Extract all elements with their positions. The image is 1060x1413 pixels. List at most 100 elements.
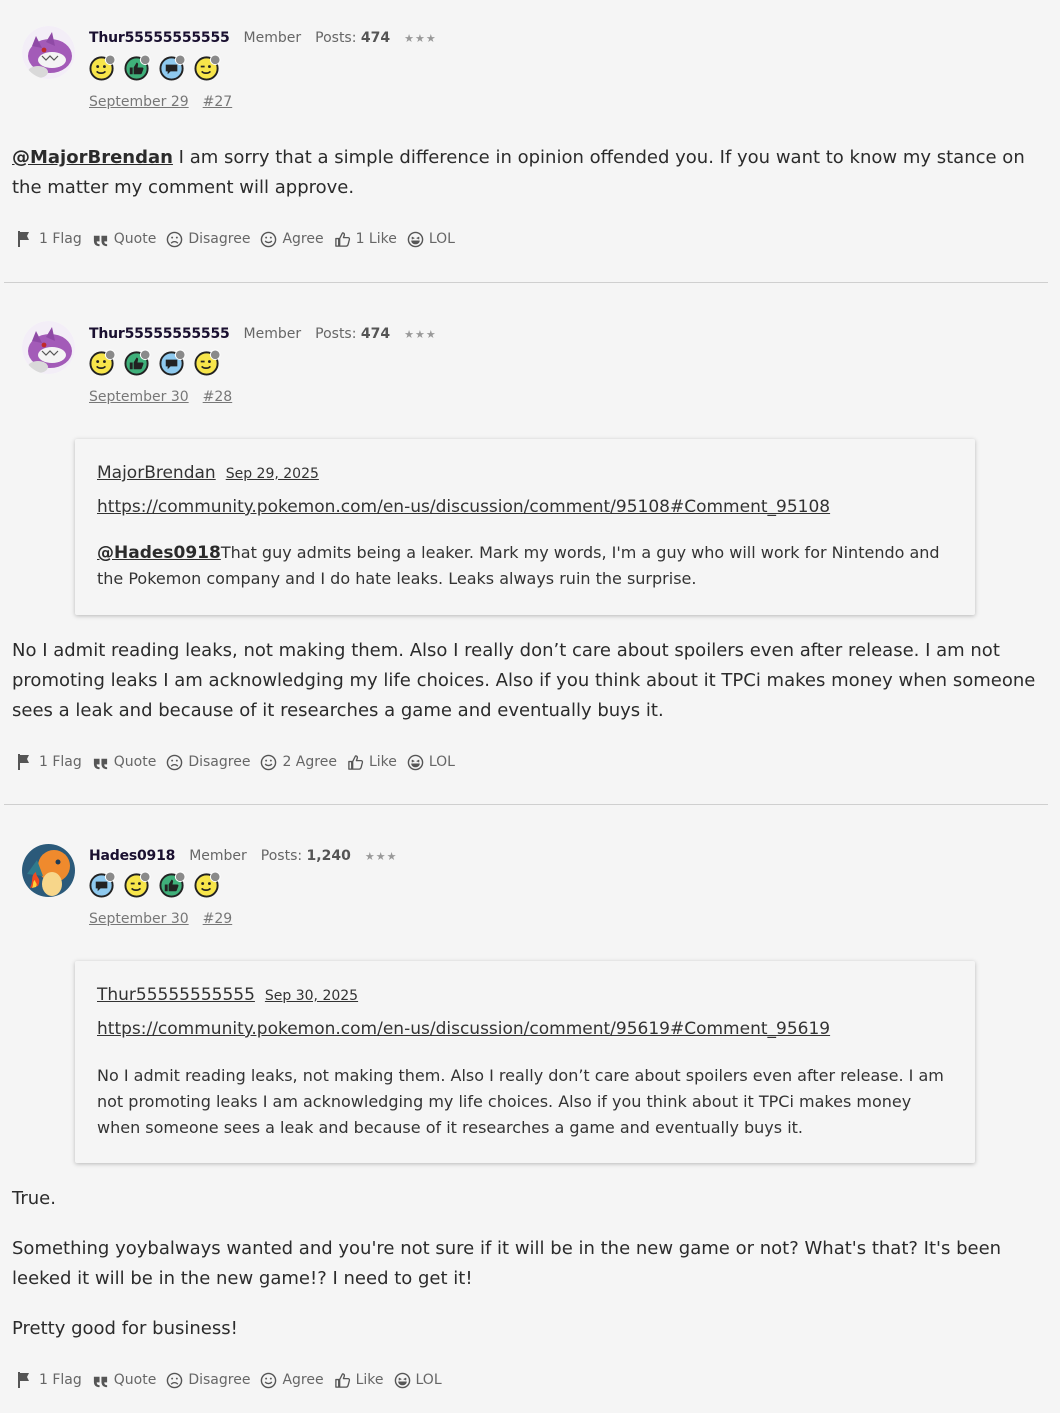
- quote-link[interactable]: https://community.pokemon.com/en-us/disc…: [97, 1019, 830, 1039]
- smiley-badge-icon[interactable]: [89, 54, 116, 81]
- quote-icon: [92, 1372, 109, 1389]
- avatar[interactable]: [22, 26, 75, 79]
- comment-body: True. Something yoybalways wanted and yo…: [12, 1184, 1036, 1344]
- comment-badge-icon[interactable]: [89, 871, 116, 898]
- lol-button[interactable]: LOL: [407, 231, 455, 248]
- post-count: Posts: 474: [315, 30, 391, 46]
- member-role: Member: [243, 326, 302, 342]
- reaction-bar: 1 Flag Quote Disagree Agree Like LOL: [16, 1371, 442, 1389]
- quote-author[interactable]: MajorBrendan: [97, 463, 216, 483]
- agree-button[interactable]: Agree: [260, 231, 324, 248]
- flag-icon: [16, 230, 34, 248]
- mention-link[interactable]: @Hades0918: [97, 543, 221, 563]
- reaction-bar: 1 Flag Quote Disagree 2 Agree Like LOL: [16, 753, 455, 771]
- like-button[interactable]: Like: [347, 754, 397, 771]
- comment-date[interactable]: September 29: [89, 94, 189, 110]
- thumbs-up-icon: [334, 1372, 351, 1389]
- divider: [4, 282, 1048, 283]
- thumbs-up-badge-icon[interactable]: [159, 871, 186, 898]
- quote-date[interactable]: Sep 29, 2025: [226, 466, 319, 482]
- disagree-button[interactable]: Disagree: [166, 754, 250, 771]
- smile-face-icon: [260, 754, 277, 771]
- quote-block: MajorBrendan Sep 29, 2025 https://commun…: [75, 439, 975, 615]
- lol-button[interactable]: LOL: [407, 754, 455, 771]
- comment-meta: September 29 #27: [89, 94, 232, 110]
- like-button[interactable]: Like: [334, 1372, 384, 1389]
- rank-stars: ★★★: [404, 32, 437, 45]
- comment-paragraph: Pretty good for business!: [12, 1318, 238, 1339]
- post-count: Posts: 1,240: [260, 848, 351, 864]
- laughing-face-icon: [394, 1372, 411, 1389]
- quote-link[interactable]: https://community.pokemon.com/en-us/disc…: [97, 497, 830, 517]
- quote-icon: [92, 231, 109, 248]
- member-role: Member: [189, 848, 247, 864]
- post-count: Posts: 474: [315, 326, 391, 342]
- sad-face-icon: [166, 231, 183, 248]
- disagree-button[interactable]: Disagree: [166, 1372, 250, 1389]
- sad-face-icon: [166, 1372, 183, 1389]
- author-name[interactable]: Thur55555555555: [89, 30, 230, 46]
- disagree-button[interactable]: Disagree: [166, 231, 250, 248]
- like-button[interactable]: 1 Like: [334, 231, 397, 248]
- comment-meta: September 30 #28: [89, 389, 232, 405]
- comment-paragraph: Something yoybalways wanted and you're n…: [12, 1238, 1002, 1289]
- mention-link[interactable]: @MajorBrendan: [12, 147, 173, 168]
- flag-button[interactable]: 1 Flag: [16, 230, 82, 248]
- comment-permalink[interactable]: #28: [203, 389, 233, 405]
- laughing-face-icon: [407, 754, 424, 771]
- thumbs-up-icon: [347, 754, 364, 771]
- author-line: Hades0918 Member Posts: 1,240 ★★★: [89, 848, 397, 864]
- comment-date[interactable]: September 30: [89, 911, 189, 927]
- smile-face-icon: [260, 1372, 277, 1389]
- wink-badge-icon[interactable]: [194, 349, 221, 376]
- author-name[interactable]: Thur55555555555: [89, 326, 230, 342]
- agree-button[interactable]: Agree: [260, 1372, 324, 1389]
- thumbs-up-badge-icon[interactable]: [124, 349, 151, 376]
- flag-button[interactable]: 1 Flag: [16, 1371, 82, 1389]
- smile-face-icon: [260, 231, 277, 248]
- author-name[interactable]: Hades0918: [89, 848, 175, 864]
- comment-permalink[interactable]: #27: [203, 94, 233, 110]
- lol-button[interactable]: LOL: [394, 1372, 442, 1389]
- wink-badge-icon[interactable]: [124, 871, 151, 898]
- comment-badge-icon[interactable]: [159, 349, 186, 376]
- author-line: Thur55555555555 Member Posts: 474 ★★★: [89, 326, 437, 342]
- member-role: Member: [243, 30, 302, 46]
- comment-paragraph: True.: [12, 1188, 56, 1209]
- quote-body: @Hades0918That guy admits being a leaker…: [97, 543, 940, 588]
- agree-button[interactable]: 2 Agree: [260, 754, 337, 771]
- comment-date[interactable]: September 30: [89, 389, 189, 405]
- rank-stars: ★★★: [364, 850, 398, 863]
- wink-badge-icon[interactable]: [194, 54, 221, 81]
- sad-face-icon: [166, 754, 183, 771]
- thumbs-up-icon: [334, 231, 351, 248]
- quote-author[interactable]: Thur55555555555: [97, 985, 255, 1005]
- smiley-badge-icon[interactable]: [194, 871, 221, 898]
- badge-list: [89, 54, 221, 81]
- quote-button[interactable]: Quote: [92, 1372, 156, 1389]
- flag-icon: [16, 1371, 34, 1389]
- thumbs-up-badge-icon[interactable]: [124, 54, 151, 81]
- quote-block: Thur55555555555 Sep 30, 2025 https://com…: [75, 961, 975, 1163]
- laughing-face-icon: [407, 231, 424, 248]
- flag-icon: [16, 753, 34, 771]
- comment-meta: September 30 #29: [89, 911, 232, 927]
- rank-stars: ★★★: [404, 328, 437, 341]
- quote-icon: [92, 754, 109, 771]
- smiley-badge-icon[interactable]: [89, 349, 116, 376]
- quote-body: No I admit reading leaks, not making the…: [97, 1066, 944, 1137]
- quote-button[interactable]: Quote: [92, 231, 156, 248]
- comment-body: No I admit reading leaks, not making the…: [12, 636, 1036, 726]
- comment-text: No I admit reading leaks, not making the…: [12, 640, 1036, 721]
- flag-button[interactable]: 1 Flag: [16, 753, 82, 771]
- avatar[interactable]: [22, 844, 75, 897]
- quote-button[interactable]: Quote: [92, 754, 156, 771]
- comment-badge-icon[interactable]: [159, 54, 186, 81]
- comment-permalink[interactable]: #29: [203, 911, 233, 927]
- avatar[interactable]: [22, 321, 75, 374]
- comment-body: @MajorBrendan I am sorry that a simple d…: [12, 143, 1036, 203]
- quote-date[interactable]: Sep 30, 2025: [265, 988, 358, 1004]
- author-line: Thur55555555555 Member Posts: 474 ★★★: [89, 30, 437, 46]
- badge-list: [89, 871, 221, 898]
- badge-list: [89, 349, 221, 376]
